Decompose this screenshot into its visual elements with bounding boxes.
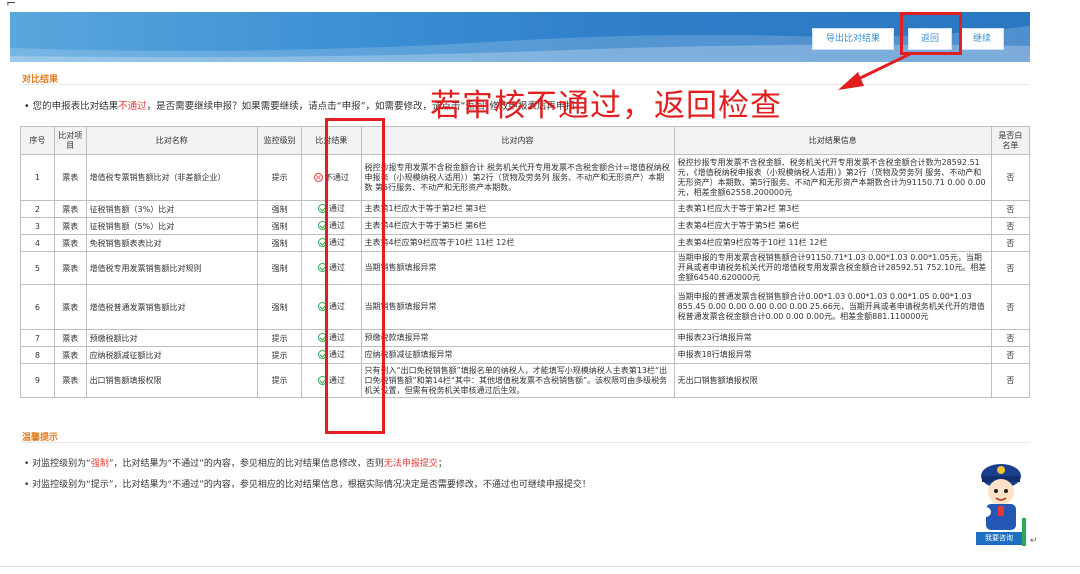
bottom-divider [0,566,1080,567]
annotation-text: 若审核不通过，返回检查 [430,88,782,124]
